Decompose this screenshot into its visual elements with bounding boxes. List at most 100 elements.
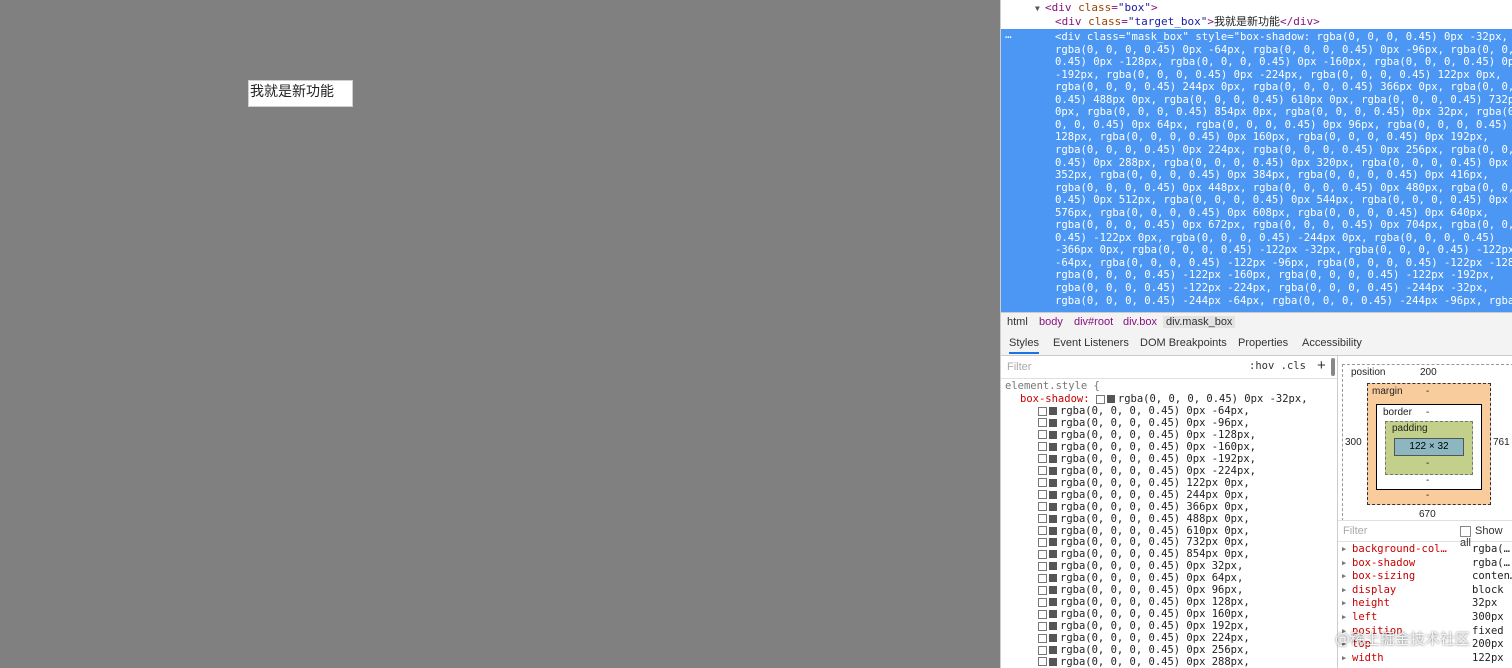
- margin-bottom-value[interactable]: -: [1426, 490, 1429, 501]
- copy-icon[interactable]: [1038, 633, 1047, 643]
- copy-icon[interactable]: [1038, 466, 1047, 476]
- color-swatch-icon[interactable]: [1049, 574, 1057, 583]
- copy-icon[interactable]: [1038, 549, 1047, 559]
- color-swatch-icon[interactable]: [1049, 466, 1057, 475]
- copy-icon[interactable]: [1038, 478, 1047, 488]
- color-swatch-icon[interactable]: [1049, 550, 1057, 559]
- box-shadow-value-row[interactable]: rgba(0, 0, 0, 0.45) 0px 96px,: [1038, 584, 1243, 596]
- styles-filter-input[interactable]: Filter: [1007, 361, 1031, 373]
- position-right[interactable]: 761: [1493, 437, 1510, 448]
- copy-icon[interactable]: [1038, 406, 1047, 416]
- color-swatch-icon[interactable]: [1049, 622, 1057, 631]
- dom-node-box[interactable]: ▼ <div class="box">: [1035, 1, 1158, 14]
- hov-toggle[interactable]: :hov: [1249, 360, 1274, 372]
- new-rule-icon[interactable]: +: [1317, 357, 1326, 374]
- expand-triangle-icon[interactable]: ▼: [1035, 2, 1045, 15]
- copy-icon[interactable]: [1038, 561, 1047, 571]
- copy-icon[interactable]: [1038, 442, 1047, 452]
- computed-filter-input[interactable]: Filter: [1343, 525, 1367, 537]
- copy-icon[interactable]: [1038, 609, 1047, 619]
- box-shadow-value-row[interactable]: rgba(0, 0, 0, 0.45) 0px 224px,: [1038, 632, 1250, 644]
- breadcrumb-root[interactable]: div#root: [1074, 316, 1113, 328]
- copy-icon[interactable]: [1038, 454, 1047, 464]
- tab-dom-breakpoints[interactable]: DOM Breakpoints: [1140, 337, 1227, 349]
- color-swatch-icon[interactable]: [1049, 598, 1057, 607]
- border-bottom-value[interactable]: -: [1426, 475, 1429, 486]
- box-shadow-value-row[interactable]: rgba(0, 0, 0, 0.45) 0px 128px,: [1038, 596, 1250, 608]
- content-box[interactable]: 122 × 32: [1394, 438, 1464, 456]
- box-shadow-value-row[interactable]: rgba(0, 0, 0, 0.45) 0px -64px,: [1038, 405, 1250, 417]
- breadcrumb-body[interactable]: body: [1039, 316, 1063, 328]
- tab-properties[interactable]: Properties: [1238, 337, 1288, 349]
- box-shadow-value-row[interactable]: rgba(0, 0, 0, 0.45) 0px 160px,: [1038, 608, 1250, 620]
- box-shadow-value-row[interactable]: rgba(0, 0, 0, 0.45) 0px -224px,: [1038, 465, 1256, 477]
- box-shadow-value-row[interactable]: rgba(0, 0, 0, 0.45) 244px 0px,: [1038, 489, 1250, 501]
- scrollbar[interactable]: [1331, 358, 1335, 376]
- position-bottom[interactable]: 670: [1419, 509, 1436, 520]
- box-shadow-value-row[interactable]: rgba(0, 0, 0, 0.45) 488px 0px,: [1038, 513, 1250, 525]
- copy-icon[interactable]: [1038, 657, 1047, 667]
- elements-dom-tree[interactable]: ▼ <div class="box"> <div class="target_bo…: [1001, 0, 1512, 312]
- cls-toggle[interactable]: .cls: [1281, 360, 1306, 372]
- color-swatch-icon[interactable]: [1049, 657, 1057, 666]
- color-swatch-icon[interactable]: [1049, 407, 1057, 415]
- color-swatch-icon[interactable]: [1049, 430, 1057, 439]
- expand-triangle-icon[interactable]: ▶: [1342, 557, 1346, 570]
- copy-icon[interactable]: [1038, 502, 1047, 512]
- box-shadow-value-row[interactable]: rgba(0, 0, 0, 0.45) 0px 192px,: [1038, 620, 1250, 632]
- color-swatch-icon[interactable]: [1049, 454, 1057, 463]
- computed-property-row[interactable]: ▶ box-sizing conten…: [1342, 570, 1512, 583]
- copy-icon[interactable]: [1038, 573, 1047, 583]
- tab-accessibility[interactable]: Accessibility: [1302, 337, 1362, 349]
- box-shadow-value-row[interactable]: rgba(0, 0, 0, 0.45) 122px 0px,: [1038, 477, 1250, 489]
- expand-triangle-icon[interactable]: ▶: [1342, 543, 1346, 556]
- copy-icon[interactable]: [1038, 621, 1047, 631]
- more-actions-icon[interactable]: …: [1005, 28, 1012, 41]
- breadcrumb-box[interactable]: div.box: [1123, 316, 1157, 328]
- position-top[interactable]: 200: [1420, 367, 1437, 378]
- box-shadow-value-row[interactable]: rgba(0, 0, 0, 0.45) 854px 0px,: [1038, 548, 1250, 560]
- copy-icon[interactable]: [1038, 645, 1047, 655]
- box-shadow-value-row[interactable]: rgba(0, 0, 0, 0.45) 0px 64px,: [1038, 572, 1243, 584]
- expand-triangle-icon[interactable]: ▶: [1342, 597, 1346, 610]
- color-swatch-icon[interactable]: [1049, 610, 1057, 619]
- breadcrumb-mask-box[interactable]: div.mask_box: [1163, 316, 1236, 328]
- copy-icon[interactable]: [1038, 537, 1047, 547]
- color-swatch-icon[interactable]: [1049, 514, 1057, 523]
- box-shadow-declaration[interactable]: box-shadow: rgba(0, 0, 0, 0.45) 0px -32p…: [1020, 393, 1308, 405]
- computed-property-row[interactable]: ▶ box-shadow rgba(…: [1342, 557, 1512, 570]
- target-box[interactable]: 我就是新功能: [248, 80, 353, 107]
- box-shadow-value-row[interactable]: rgba(0, 0, 0, 0.45) 0px -128px,: [1038, 429, 1256, 441]
- breadcrumb-html[interactable]: html: [1007, 316, 1028, 328]
- box-shadow-value-row[interactable]: rgba(0, 0, 0, 0.45) 0px 288px,: [1038, 656, 1250, 668]
- expand-triangle-icon[interactable]: ▶: [1342, 584, 1346, 597]
- color-swatch-icon[interactable]: [1049, 586, 1057, 595]
- copy-icon[interactable]: [1038, 585, 1047, 595]
- box-shadow-value-row[interactable]: rgba(0, 0, 0, 0.45) 0px -192px,: [1038, 453, 1256, 465]
- color-swatch-icon[interactable]: [1049, 538, 1057, 547]
- copy-icon[interactable]: [1038, 514, 1047, 524]
- color-swatch-icon[interactable]: [1049, 646, 1057, 654]
- box-shadow-value-row[interactable]: rgba(0, 0, 0, 0.45) 0px -160px,: [1038, 441, 1256, 453]
- color-swatch-icon[interactable]: [1049, 418, 1057, 427]
- copy-icon[interactable]: [1038, 597, 1047, 607]
- computed-property-row[interactable]: ▶ height 32px: [1342, 597, 1512, 610]
- color-swatch-icon[interactable]: [1049, 502, 1057, 511]
- box-shadow-value-row[interactable]: rgba(0, 0, 0, 0.45) 0px 32px,: [1038, 560, 1243, 572]
- border-top-value[interactable]: -: [1426, 407, 1429, 418]
- tab-event-listeners[interactable]: Event Listeners: [1053, 337, 1129, 349]
- margin-top-value[interactable]: -: [1426, 386, 1429, 397]
- tab-styles[interactable]: Styles: [1009, 337, 1039, 354]
- computed-property-row[interactable]: ▶ left 300px: [1342, 611, 1512, 624]
- computed-property-row[interactable]: ▶ display block: [1342, 584, 1512, 597]
- copy-icon[interactable]: [1038, 430, 1047, 440]
- color-swatch-icon[interactable]: [1049, 634, 1057, 643]
- color-swatch-icon[interactable]: [1049, 526, 1057, 535]
- copy-icon[interactable]: [1038, 526, 1047, 535]
- color-swatch-icon[interactable]: [1049, 562, 1057, 571]
- box-shadow-value-row[interactable]: rgba(0, 0, 0, 0.45) 610px 0px,: [1038, 525, 1250, 537]
- color-swatch-icon[interactable]: [1049, 442, 1057, 451]
- dom-node-target-box[interactable]: <div class="target_box">我就是新功能</div>: [1055, 15, 1320, 28]
- position-left[interactable]: 300: [1345, 437, 1362, 448]
- box-shadow-value-row[interactable]: rgba(0, 0, 0, 0.45) 0px -96px,: [1038, 417, 1250, 429]
